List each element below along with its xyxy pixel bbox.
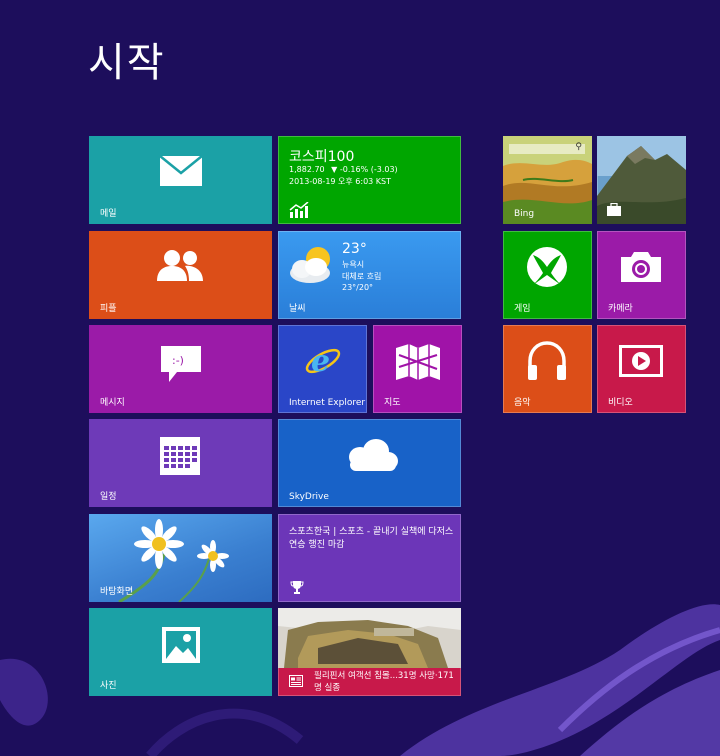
photos-icon — [162, 627, 200, 663]
cloudy-weather-icon — [290, 247, 330, 283]
desktop-label: 바탕화면 — [100, 587, 134, 597]
mail-icon — [159, 155, 203, 186]
svg-text::-): :-) — [172, 354, 184, 367]
down-arrow-icon: ▼ — [331, 165, 338, 174]
photos-label: 사진 — [100, 681, 117, 691]
stock-change: -0.16% (-3.03) — [339, 165, 398, 174]
news-tile[interactable]: 필리핀서 여객선 침몰...31명 사망·171명 실종 — [278, 608, 461, 696]
svg-text:e: e — [311, 344, 330, 379]
people-tile[interactable]: 피플 — [89, 231, 272, 319]
desktop-tile[interactable]: 바탕화면 — [89, 514, 272, 602]
music-tile[interactable]: 음악 — [503, 325, 592, 413]
music-label: 음악 — [514, 398, 531, 408]
maps-icon — [396, 344, 440, 380]
camera-tile[interactable]: 카메라 — [597, 231, 686, 319]
video-tile[interactable]: 비디오 — [597, 325, 686, 413]
stock-timestamp: 2013-08-19 오후 6:03 KST — [289, 177, 392, 186]
camera-icon — [621, 252, 661, 282]
internet-explorer-icon: e — [305, 344, 341, 379]
headphones-icon — [528, 341, 566, 380]
newspaper-icon — [289, 675, 303, 687]
calendar-icon — [160, 437, 200, 475]
travel-tile[interactable] — [597, 136, 686, 224]
mail-tile[interactable]: 메일 — [89, 136, 272, 224]
bing-search-box[interactable]: ⚲ — [509, 142, 585, 154]
messaging-icon: :-) — [161, 346, 201, 382]
messaging-label: 메시지 — [100, 398, 125, 408]
skydrive-label: SkyDrive — [289, 492, 329, 502]
xbox-icon — [527, 247, 567, 287]
search-icon: ⚲ — [575, 142, 582, 152]
calendar-label: 일정 — [100, 492, 117, 502]
games-label: 게임 — [514, 304, 531, 314]
stock-tile[interactable]: 코스피100 1,882.70 ▼ -0.16% (-3.03) 2013-08… — [278, 136, 461, 224]
weather-city: 뉴욕시 — [342, 260, 365, 269]
mail-label: 메일 — [100, 209, 117, 219]
weather-temp: 23° — [342, 241, 367, 257]
bing-label: Bing — [514, 209, 535, 219]
sports-tile[interactable]: 스포츠한국 | 스포츠 - 끝내기 실책에 다저스 연승 행진 마감 — [278, 514, 461, 602]
weather-range: 23°/20° — [342, 283, 374, 292]
messaging-tile[interactable]: :-) 메시지 — [89, 325, 272, 413]
weather-condition: 대체로 흐림 — [342, 272, 382, 281]
video-label: 비디오 — [608, 398, 633, 408]
video-icon — [619, 345, 663, 377]
weather-tile[interactable]: 23° 뉴욕시 대체로 흐림 23°/20° 날씨 — [278, 231, 461, 319]
photos-tile[interactable]: 사진 — [89, 608, 272, 696]
cloud-icon — [349, 439, 398, 471]
calendar-tile[interactable]: 일정 — [89, 419, 272, 507]
finance-chart-icon — [289, 202, 309, 218]
stock-value: 1,882.70 — [289, 165, 325, 174]
stock-title: 코스피100 — [289, 149, 355, 165]
bing-tile[interactable]: ⚲ Bing — [503, 136, 592, 224]
news-headline: 필리핀서 여객선 침몰...31명 사망·171명 실종 — [314, 671, 454, 693]
people-label: 피플 — [100, 304, 117, 314]
page-title: 시작 — [88, 40, 166, 86]
camera-label: 카메라 — [608, 304, 633, 314]
suitcase-icon — [607, 203, 621, 216]
weather-label: 날씨 — [289, 304, 306, 314]
people-icon — [157, 250, 203, 281]
maps-label: 지도 — [384, 398, 401, 408]
skydrive-tile[interactable]: SkyDrive — [278, 419, 461, 507]
news-photo-image — [278, 608, 461, 668]
maps-tile[interactable]: 지도 — [373, 325, 462, 413]
internet-explorer-label: Internet Explorer — [289, 398, 366, 408]
stock-line1: 1,882.70 ▼ -0.16% (-3.03) — [289, 165, 398, 174]
games-tile[interactable]: 게임 — [503, 231, 592, 319]
internet-explorer-tile[interactable]: e Internet Explorer — [278, 325, 367, 413]
sports-headline: 스포츠한국 | 스포츠 - 끝내기 실책에 다저스 연승 행진 마감 — [289, 527, 454, 550]
trophy-icon — [290, 581, 304, 594]
